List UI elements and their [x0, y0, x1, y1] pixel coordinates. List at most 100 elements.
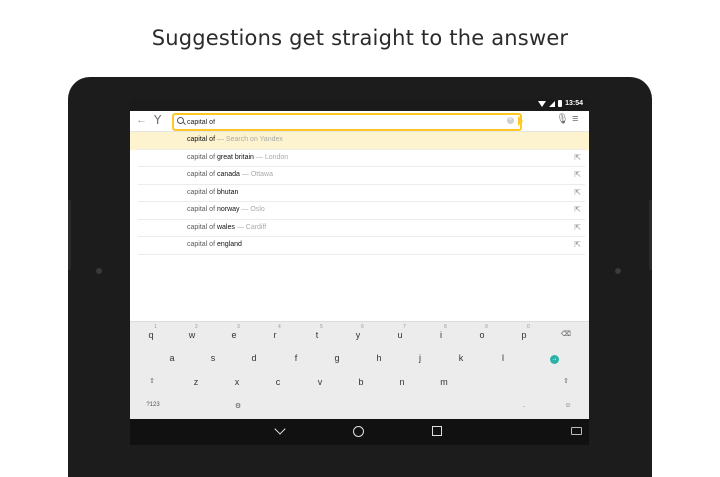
suggestion-answer: — Ottawa [239, 171, 274, 178]
key-i[interactable]: i8 [433, 324, 449, 340]
key-d[interactable]: d [246, 353, 262, 363]
suggestion-answer: — Cardiff [234, 223, 267, 231]
key-r[interactable]: r4 [267, 324, 283, 340]
key-number-hint: 2 [195, 324, 198, 330]
key-number-hint: 8 [444, 324, 447, 330]
page-headline: Suggestions get straight to the answer [151, 26, 569, 50]
backspace-icon[interactable]: ⌫ [558, 330, 574, 338]
suggestion-prefix: capital of [187, 153, 217, 161]
key-j[interactable]: j [412, 353, 428, 363]
key-w[interactable]: w2 [184, 324, 200, 340]
suggestion-item[interactable]: capital of canada — Ottawa ⇱ [130, 167, 589, 185]
suggestion-term: norway [216, 206, 240, 213]
settings-icon[interactable]: ⚙ [230, 402, 246, 410]
suggestion-answer: — London [253, 153, 289, 161]
key-b[interactable]: b [353, 377, 369, 387]
suggestion-answer: — Search on Yandex [215, 136, 283, 143]
nav-recents-icon[interactable] [432, 426, 442, 436]
symbols-key[interactable]: ?123 [142, 402, 164, 408]
key-u[interactable]: u7 [392, 324, 408, 340]
suggestion-answer: — Oslo [239, 206, 265, 213]
suggestion-term: bhutan [216, 188, 239, 196]
key-v[interactable]: v [312, 377, 328, 387]
insert-arrow-icon[interactable]: ⇱ [574, 188, 581, 197]
keyboard-switch-icon[interactable] [571, 427, 582, 435]
divider [138, 253, 585, 255]
wifi-icon [538, 100, 547, 107]
suggestion-item[interactable]: capital of bhutan ⇱ [130, 185, 589, 202]
key-h[interactable]: h [371, 353, 387, 363]
key-l[interactable]: l [495, 353, 511, 363]
tablet-sensor [96, 268, 102, 274]
key-label: w [188, 330, 196, 340]
key-number-hint: 6 [361, 324, 364, 330]
suggestion-prefix: capital of [187, 188, 217, 196]
key-z[interactable]: z [188, 377, 204, 387]
clear-icon[interactable]: × [507, 117, 514, 124]
key-label: u [397, 330, 403, 340]
key-n[interactable]: n [394, 377, 410, 387]
key-a[interactable]: a [164, 353, 180, 363]
key-number-hint: 1 [154, 324, 157, 330]
tablet-side-edge [68, 200, 71, 270]
arrow-left-icon[interactable]: ← [136, 114, 147, 126]
key-number-hint: 4 [278, 324, 281, 330]
nav-back-icon[interactable] [276, 425, 290, 435]
yandex-logo[interactable]: Y [154, 113, 161, 127]
suggestion-prefix: capital of [187, 136, 216, 143]
key-x[interactable]: x [229, 377, 245, 387]
insert-arrow-icon[interactable]: ⇱ [574, 205, 581, 214]
insert-arrow-icon[interactable]: ⇱ [574, 223, 581, 232]
key-e[interactable]: e3 [226, 324, 242, 340]
browser-toolbar: ← Y × 🎙 ≡ [130, 111, 589, 132]
on-screen-keyboard: q1 w2 e3 r4 t5 y6 u7 i8 o9 p0 ⌫ a s d f … [130, 321, 589, 420]
suggestion-prefix: capital of [187, 171, 217, 178]
suggestion-item[interactable]: capital of — Search on Yandex [130, 132, 589, 150]
key-number-hint: 3 [237, 324, 240, 330]
key-k[interactable]: k [453, 353, 469, 363]
key-y[interactable]: y6 [350, 324, 366, 340]
navigation-bar [130, 419, 589, 445]
key-number-hint: 9 [485, 324, 488, 330]
period-key[interactable]: . [516, 402, 532, 409]
key-t[interactable]: t5 [309, 324, 325, 340]
key-m[interactable]: m [436, 377, 452, 387]
suggestion-item[interactable]: capital of england ⇱ [130, 237, 589, 255]
key-q[interactable]: q1 [143, 324, 159, 340]
search-input[interactable] [187, 115, 497, 129]
key-c[interactable]: c [270, 377, 286, 387]
microphone-icon[interactable]: 🎙 [556, 114, 569, 125]
go-icon[interactable]: → [550, 355, 559, 364]
key-label: e [231, 330, 237, 340]
hamburger-icon[interactable]: ≡ [572, 113, 578, 125]
key-label: o [479, 330, 485, 340]
key-number-hint: 5 [320, 324, 323, 330]
key-p[interactable]: p0 [516, 324, 532, 340]
shift-icon[interactable]: ⇧ [144, 377, 160, 385]
insert-arrow-icon[interactable]: ⇱ [574, 240, 581, 249]
emoji-icon[interactable]: ☺ [560, 402, 576, 409]
suggestion-prefix: capital of [187, 223, 217, 231]
suggestion-item[interactable]: capital of wales — Cardiff ⇱ [130, 220, 589, 237]
key-label: i [440, 330, 442, 340]
search-box-pointer [518, 116, 523, 126]
insert-arrow-icon[interactable]: ⇱ [574, 170, 581, 179]
battery-icon [558, 100, 563, 107]
suggestion-item[interactable]: capital of norway — Oslo ⇱ [130, 202, 589, 220]
search-box[interactable]: × [172, 113, 522, 131]
key-o[interactable]: o9 [474, 324, 490, 340]
suggestion-prefix: capital of [187, 241, 217, 248]
shift-icon[interactable]: ⇧ [558, 377, 574, 385]
insert-arrow-icon[interactable]: ⇱ [574, 153, 581, 162]
tablet-camera [615, 268, 621, 274]
key-number-hint: 7 [403, 324, 406, 330]
key-label: p [521, 330, 527, 340]
key-s[interactable]: s [205, 353, 221, 363]
suggestion-prefix: capital of [187, 206, 217, 213]
key-f[interactable]: f [288, 353, 304, 363]
nav-home-icon[interactable] [353, 426, 364, 437]
key-label: y [355, 330, 361, 340]
key-g[interactable]: g [329, 353, 345, 363]
suggestion-item[interactable]: capital of great britain — London ⇱ [130, 150, 589, 167]
suggestion-term: wales [216, 223, 235, 231]
